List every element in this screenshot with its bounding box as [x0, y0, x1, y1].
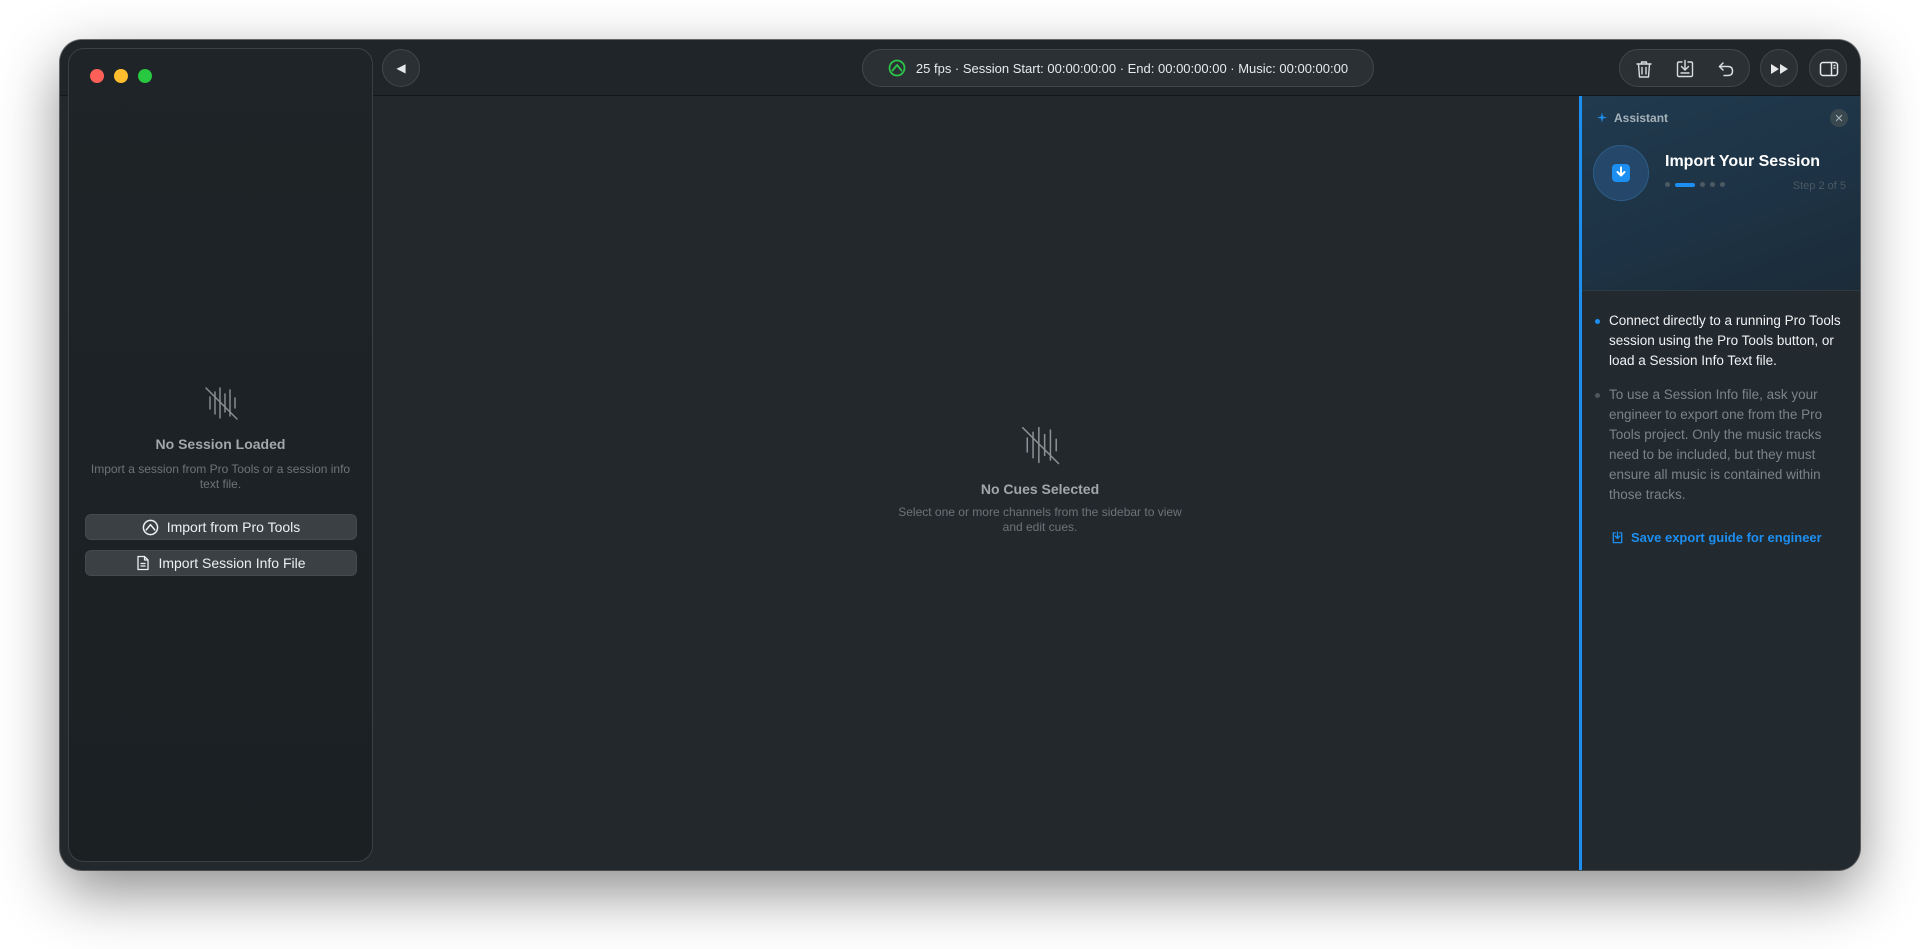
no-waveform-icon [204, 387, 238, 420]
sparkle-icon [1597, 112, 1607, 123]
pro-tools-icon [142, 519, 159, 535]
assistant-bullet-text: Connect directly to a running Pro Tools … [1609, 313, 1841, 368]
sidebar-empty-state: No Session Loaded Import a session from … [69, 384, 372, 492]
import-icon [1676, 59, 1694, 78]
close-window-button[interactable] [90, 69, 104, 83]
delete-button[interactable] [1625, 50, 1663, 88]
app-window: No Session Loaded Import a session from … [60, 40, 1860, 870]
document-icon [137, 555, 150, 571]
assistant-bullet: Connect directly to a running Pro Tools … [1595, 311, 1846, 371]
step-progress [1665, 182, 1725, 187]
undo-button[interactable] [1707, 50, 1745, 88]
import-session-file-button[interactable]: Import Session Info File [85, 550, 357, 576]
fast-forward-button[interactable] [1761, 50, 1799, 88]
sidebar-empty-subtitle: Import a session from Pro Tools or a ses… [90, 462, 351, 491]
session-status-pill[interactable]: 25 fps · Session Start: 00:00:00:00 · En… [862, 49, 1374, 87]
assistant-close-button[interactable]: ✕ [1830, 109, 1848, 127]
main-empty-subtitle: Select one or more channels from the sid… [898, 505, 1182, 534]
bullet-dot [1595, 393, 1600, 398]
assistant-bullet: To use a Session Info file, ask your eng… [1595, 385, 1846, 505]
assistant-step-title: Import Your Session [1665, 153, 1820, 170]
back-arrow-icon: ◀ [396, 61, 406, 75]
bullet-dot [1595, 319, 1600, 324]
import-pro-tools-button[interactable]: Import from Pro Tools [85, 514, 357, 540]
undo-icon [1718, 62, 1734, 77]
save-export-guide-label: Save export guide for engineer [1631, 530, 1822, 545]
close-icon: ✕ [1834, 112, 1844, 125]
assistant-label-text: Assistant [1614, 111, 1669, 125]
main-empty-state: No Cues Selected Select one or more chan… [820, 423, 1260, 535]
sidebar-empty-title: No Session Loaded [155, 436, 286, 452]
minimize-window-button[interactable] [114, 69, 128, 83]
playback-group [1760, 49, 1798, 87]
sidebar-toggle-icon [1819, 61, 1839, 77]
main-empty-title: No Cues Selected [980, 481, 1100, 497]
save-export-guide-link[interactable]: Save export guide for engineer [1611, 530, 1822, 545]
sidebar-toggle-group [1809, 49, 1847, 87]
step-dot-3 [1700, 182, 1705, 187]
fast-forward-icon [1771, 64, 1788, 74]
no-waveform-icon [1021, 426, 1060, 465]
sidebar: No Session Loaded Import a session from … [68, 48, 373, 862]
toggle-assistant-button[interactable] [1810, 50, 1848, 88]
edit-tools-group [1619, 49, 1750, 87]
assistant-bullet-text: To use a Session Info file, ask your eng… [1609, 387, 1823, 502]
assistant-bullets: Connect directly to a running Pro Tools … [1595, 311, 1846, 519]
assistant-header: Assistant ✕ Import Your Session Step 2 o… [1582, 96, 1860, 291]
step-dot-5 [1720, 182, 1725, 187]
import-button[interactable] [1666, 50, 1704, 88]
zoom-window-button[interactable] [138, 69, 152, 83]
pro-tools-status-icon [888, 59, 906, 77]
assistant-label: Assistant [1596, 111, 1668, 125]
assistant-panel: Assistant ✕ Import Your Session Step 2 o… [1579, 96, 1860, 870]
import-session-file-label: Import Session Info File [158, 555, 306, 571]
save-guide-icon [1612, 531, 1623, 544]
session-status-text: 25 fps · Session Start: 00:00:00:00 · En… [915, 60, 1349, 76]
step-dot-1 [1665, 182, 1670, 187]
step-counter: Step 2 of 5 [1792, 180, 1846, 192]
download-tray-icon [1612, 164, 1630, 182]
import-pro-tools-label: Import from Pro Tools [166, 519, 301, 535]
step-dot-4 [1710, 182, 1715, 187]
step-icon-badge [1593, 145, 1649, 201]
back-button[interactable]: ◀ [382, 49, 420, 87]
step-dot-2-active [1675, 182, 1695, 187]
trash-icon [1636, 60, 1652, 78]
